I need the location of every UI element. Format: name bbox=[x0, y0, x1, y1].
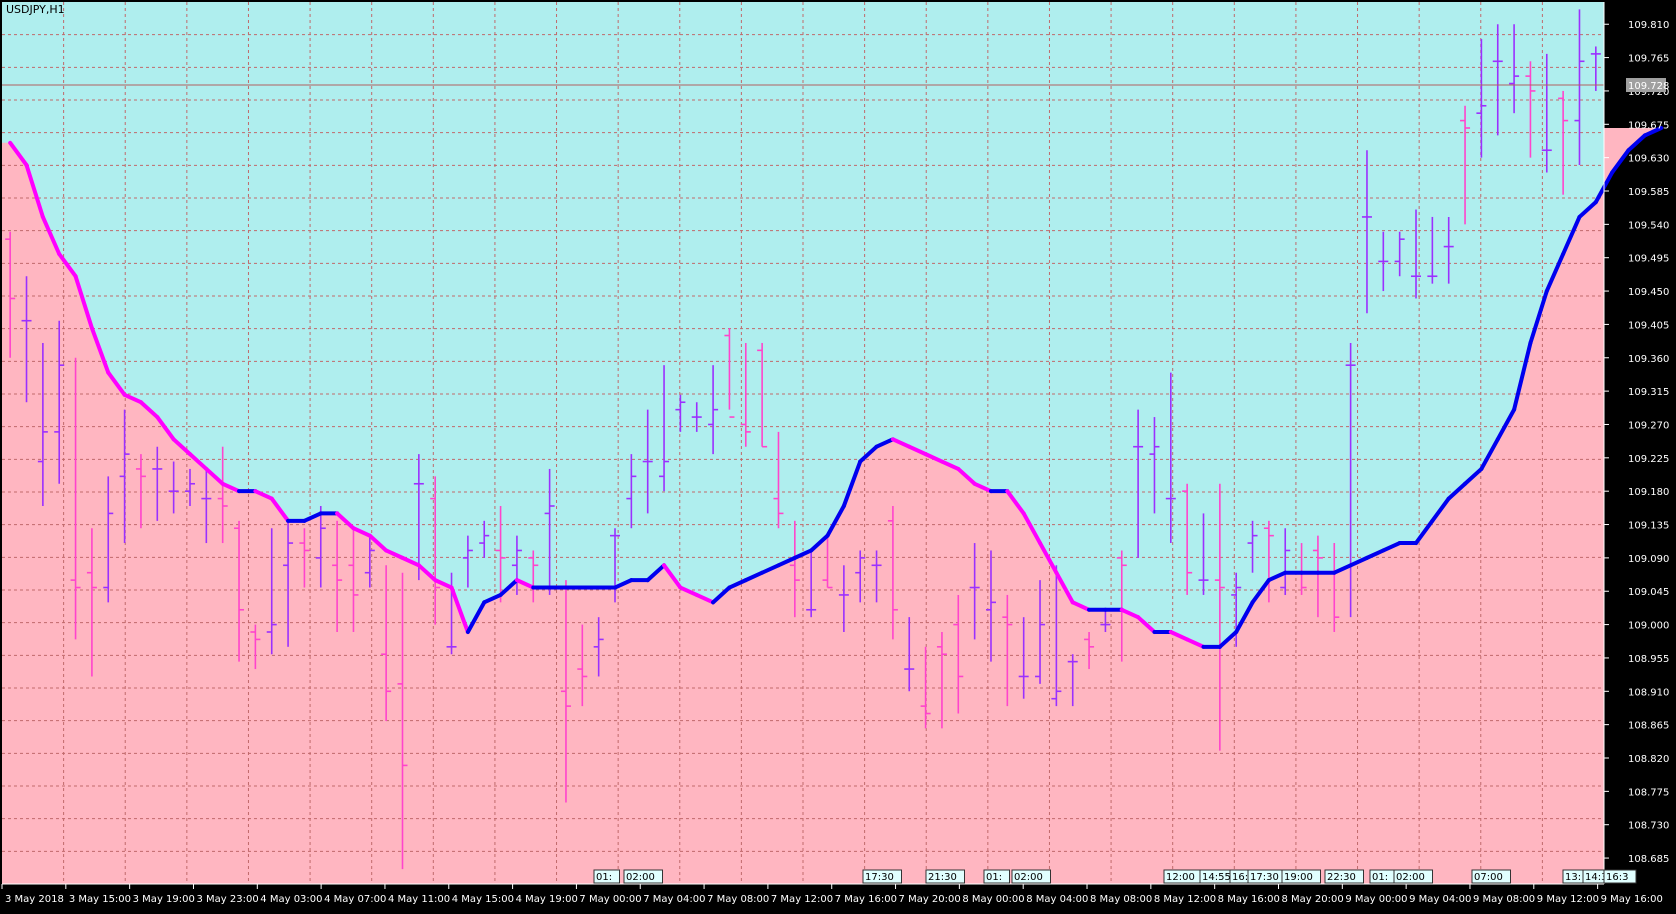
event-tag-label: 21:30 bbox=[928, 872, 957, 883]
y-tick-label: 109.225 bbox=[1628, 454, 1669, 465]
y-tick-label: 109.180 bbox=[1628, 487, 1669, 498]
y-tick-label: 108.730 bbox=[1628, 821, 1669, 832]
x-tick-label: 3 May 15:00 bbox=[69, 894, 131, 905]
x-tick-label: 8 May 12:00 bbox=[1154, 894, 1216, 905]
y-tick-label: 109.000 bbox=[1628, 621, 1669, 632]
y-tick-label: 108.910 bbox=[1628, 687, 1669, 698]
x-tick-label: 3 May 2018 bbox=[5, 894, 64, 905]
y-tick-label: 109.135 bbox=[1628, 521, 1669, 532]
x-tick-label: 4 May 15:00 bbox=[452, 894, 514, 905]
event-tag-label: 07:00 bbox=[1474, 872, 1503, 883]
x-tick-label: 9 May 00:00 bbox=[1345, 894, 1407, 905]
event-tag-label: 19:00 bbox=[1284, 872, 1313, 883]
y-tick-label: 108.865 bbox=[1628, 721, 1669, 732]
event-tag-label: 17:30 bbox=[865, 872, 894, 883]
event-tag-label: 01: bbox=[986, 872, 1002, 883]
x-tick-label: 7 May 16:00 bbox=[835, 894, 897, 905]
x-tick-label: 8 May 20:00 bbox=[1281, 894, 1343, 905]
x-tick-label: 7 May 12:00 bbox=[771, 894, 833, 905]
x-tick-label: 4 May 03:00 bbox=[260, 894, 322, 905]
event-tag-label: 02:00 bbox=[1014, 872, 1043, 883]
event-tag-label: 14:55 bbox=[1202, 872, 1231, 883]
y-tick-label: 109.090 bbox=[1628, 554, 1669, 565]
x-tick-label: 9 May 16:00 bbox=[1601, 894, 1663, 905]
event-tag-label: 22:30 bbox=[1327, 872, 1356, 883]
y-tick-label: 109.765 bbox=[1628, 54, 1669, 65]
x-tick-label: 3 May 23:00 bbox=[196, 894, 258, 905]
event-tag-label: 12:00 bbox=[1166, 872, 1195, 883]
x-tick-label: 7 May 20:00 bbox=[899, 894, 961, 905]
y-tick-label: 109.405 bbox=[1628, 320, 1669, 331]
y-tick-label: 109.585 bbox=[1628, 187, 1669, 198]
x-tick-label: 9 May 12:00 bbox=[1537, 894, 1599, 905]
x-tick-label: 9 May 08:00 bbox=[1473, 894, 1535, 905]
x-tick-label: 8 May 00:00 bbox=[962, 894, 1024, 905]
y-tick-label: 108.820 bbox=[1628, 754, 1669, 765]
y-tick-label: 108.775 bbox=[1628, 787, 1669, 798]
x-tick-label: 7 May 08:00 bbox=[707, 894, 769, 905]
x-tick-label: 8 May 04:00 bbox=[1026, 894, 1088, 905]
event-tag-label: 16: bbox=[1232, 872, 1248, 883]
chart-title: USDJPY,H1 bbox=[6, 3, 65, 16]
event-tag-label: 02:00 bbox=[626, 872, 655, 883]
x-tick-label: 9 May 04:00 bbox=[1409, 894, 1471, 905]
x-tick-label: 3 May 19:00 bbox=[133, 894, 195, 905]
x-tick-label: 4 May 11:00 bbox=[388, 894, 450, 905]
current-price-label: 109.728 bbox=[1628, 81, 1669, 92]
chart-window[interactable]: 109.810 109.765 109.720 109.675 109.630 109.5… bbox=[0, 0, 1676, 910]
y-tick-label: 109.045 bbox=[1628, 587, 1669, 598]
y-tick-label: 108.685 bbox=[1628, 854, 1669, 865]
event-tag-label: 17:30 bbox=[1250, 872, 1279, 883]
event-tag-label: 01: bbox=[1372, 872, 1388, 883]
y-tick-label: 109.540 bbox=[1628, 220, 1669, 231]
event-tag-label: 16:3 bbox=[1606, 872, 1628, 883]
event-tag-label: 02:00 bbox=[1396, 872, 1425, 883]
y-tick-label: 109.630 bbox=[1628, 154, 1669, 165]
y-tick-label: 109.495 bbox=[1628, 254, 1669, 265]
y-tick-label: 109.315 bbox=[1628, 387, 1669, 398]
x-tick-label: 7 May 00:00 bbox=[579, 894, 641, 905]
price-chart[interactable]: 109.810109.765109.720109.675109.630109.5… bbox=[0, 0, 1676, 910]
y-tick-label: 109.675 bbox=[1628, 120, 1669, 131]
y-tick-label: 109.270 bbox=[1628, 420, 1669, 431]
x-tick-label: 8 May 16:00 bbox=[1218, 894, 1280, 905]
y-tick-label: 109.360 bbox=[1628, 354, 1669, 365]
y-tick-label: 109.450 bbox=[1628, 287, 1669, 298]
event-tag-label: 01: bbox=[596, 872, 612, 883]
x-tick-label: 4 May 19:00 bbox=[516, 894, 578, 905]
x-tick-label: 7 May 04:00 bbox=[643, 894, 705, 905]
x-tick-label: 4 May 07:00 bbox=[324, 894, 386, 905]
x-tick-label: 8 May 08:00 bbox=[1090, 894, 1152, 905]
event-tag-label: 13: bbox=[1565, 872, 1581, 883]
y-tick-label: 108.955 bbox=[1628, 654, 1669, 665]
y-tick-label: 109.810 bbox=[1628, 20, 1669, 31]
